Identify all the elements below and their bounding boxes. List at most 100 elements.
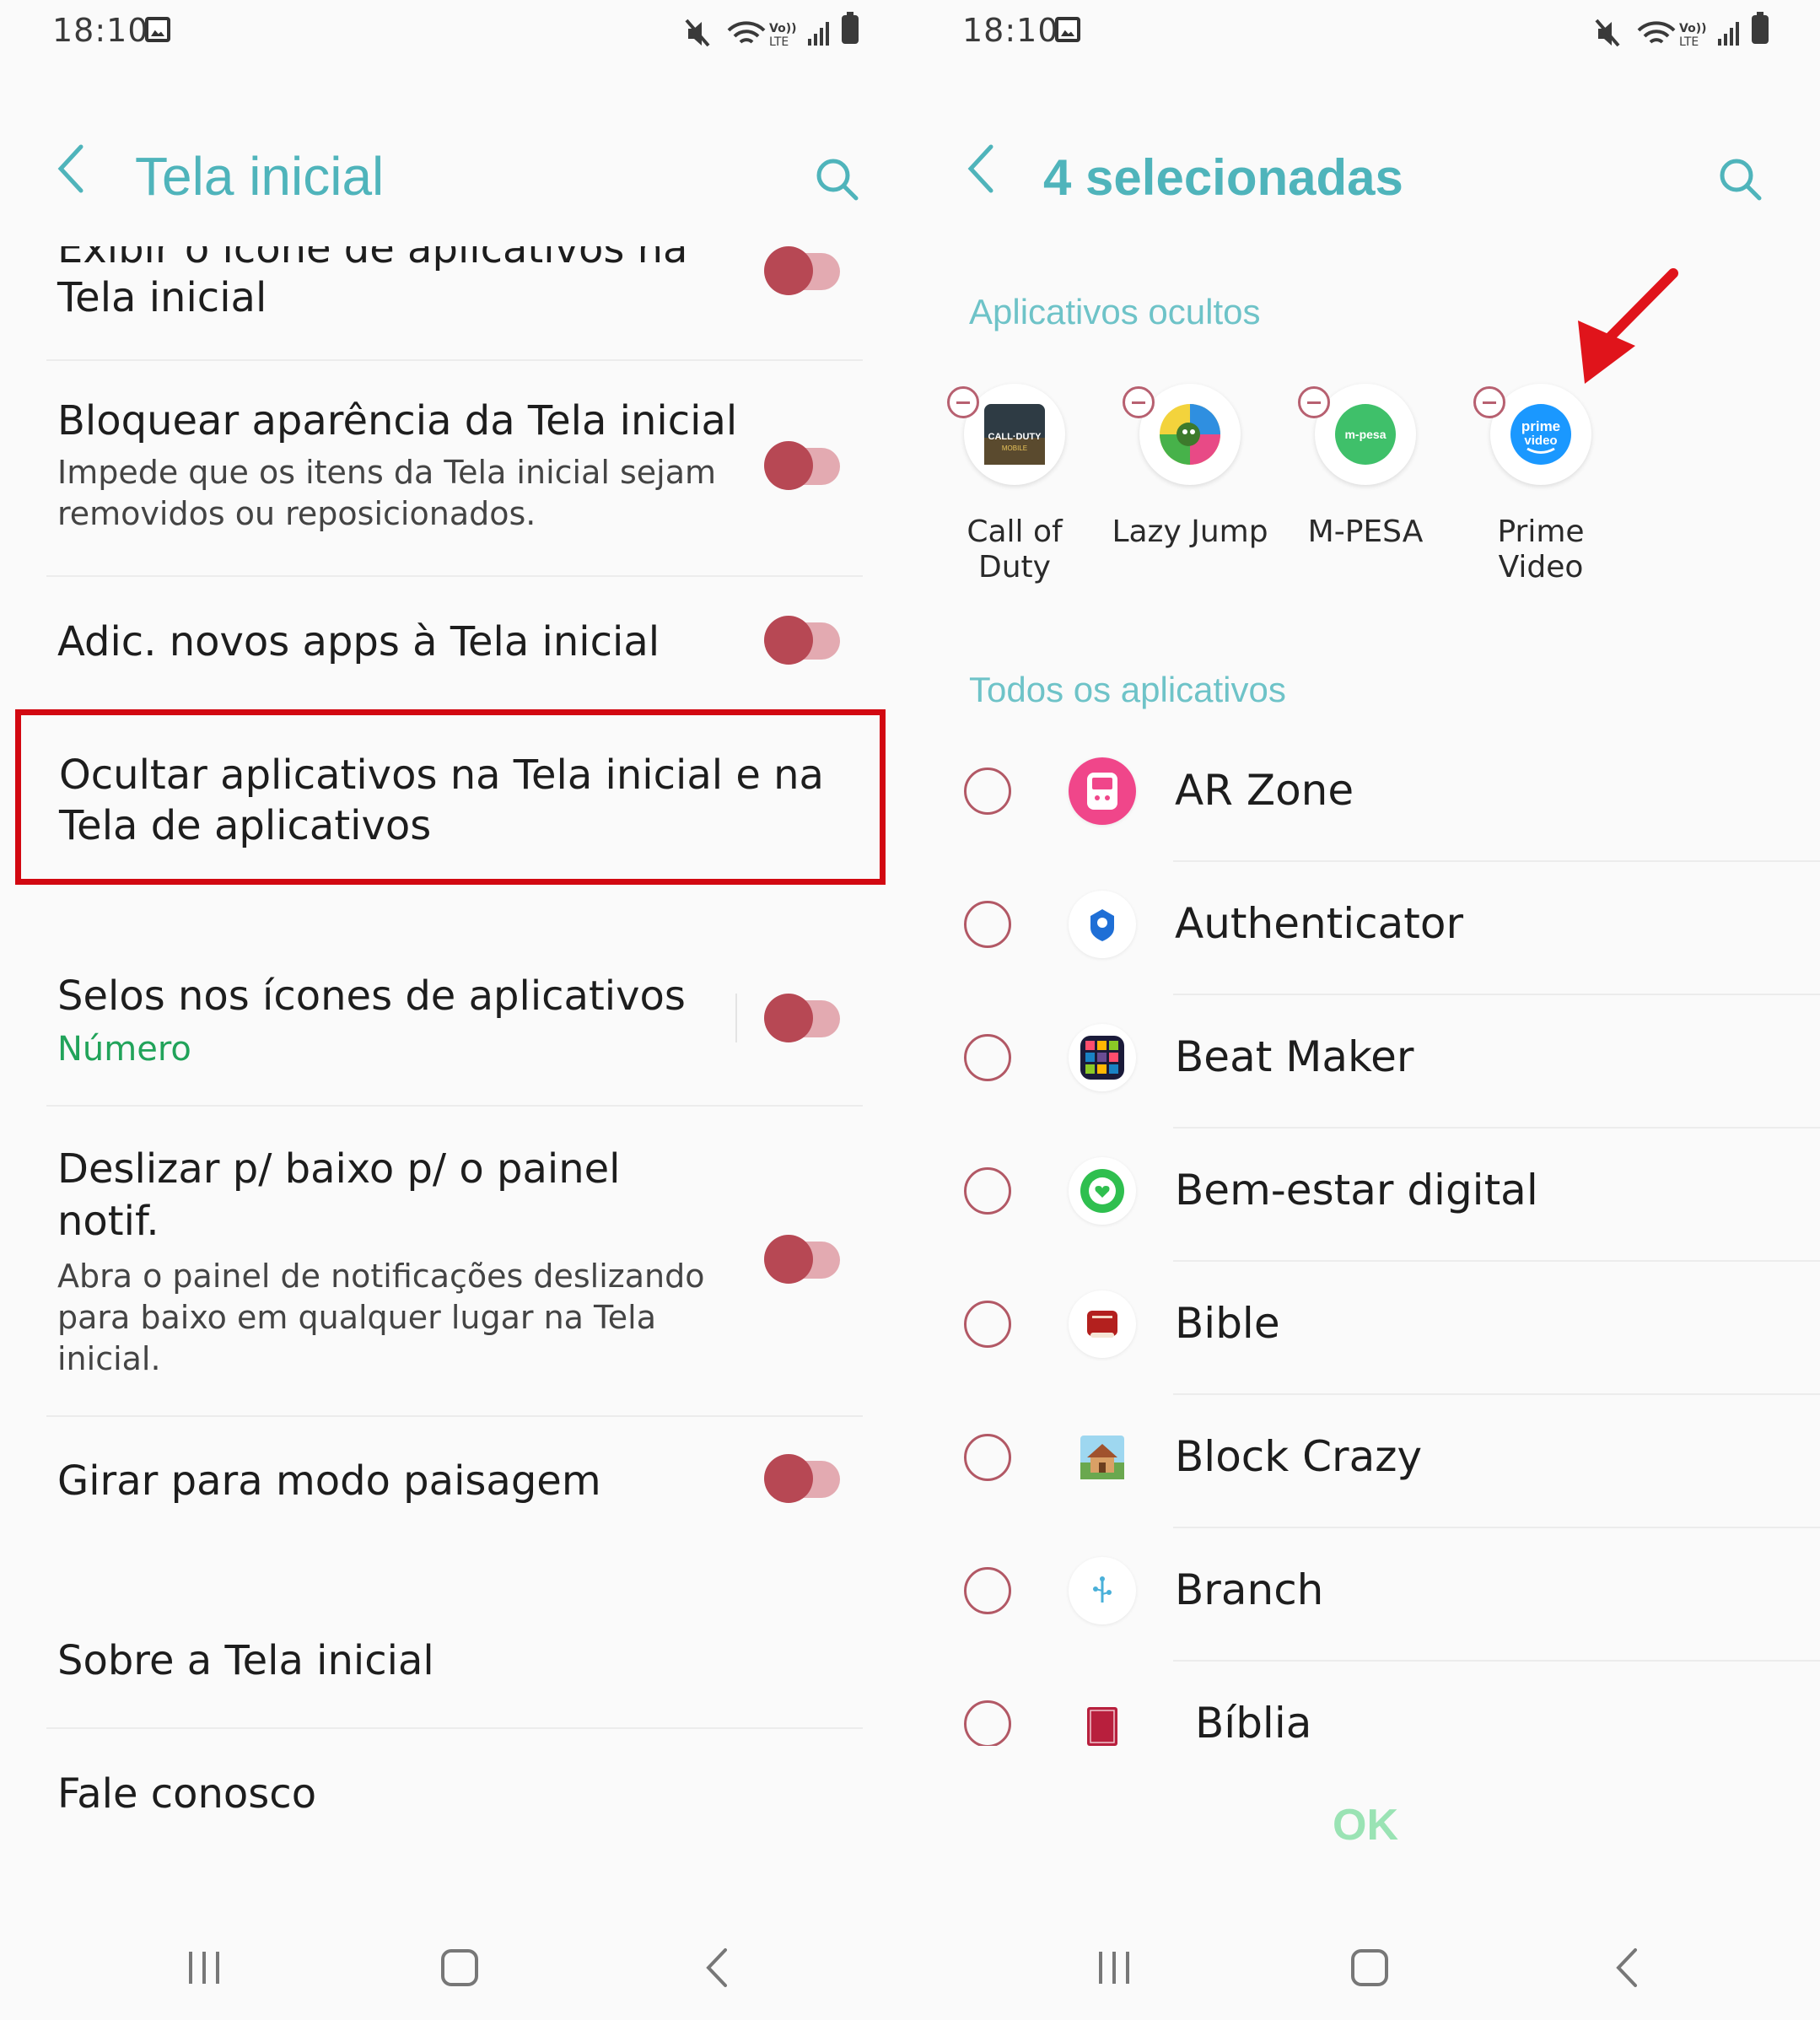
toggle-switch[interactable] <box>764 441 842 490</box>
nav-back-button[interactable] <box>700 1947 734 1992</box>
hidden-app-lazy-jump[interactable]: Lazy Jump <box>1106 384 1274 595</box>
digital-wellbeing-icon <box>1069 1157 1136 1225</box>
call-of-duty-icon: CALL·DUTY MOBILE <box>984 404 1045 465</box>
ar-zone-icon <box>1069 757 1136 825</box>
toggle-switch[interactable] <box>764 246 842 295</box>
cod-icon-subtext: MOBILE <box>1002 444 1027 452</box>
select-radio[interactable] <box>964 1567 1011 1614</box>
home-button[interactable] <box>1349 1947 1391 1992</box>
select-radio[interactable] <box>964 768 1011 815</box>
branch-icon <box>1069 1557 1136 1624</box>
setting-title: Tela de aplicativos <box>59 802 432 849</box>
setting-title-partial: Exibir o ícone de aplicativos na <box>57 246 688 272</box>
setting-title: Adic. novos apps à Tela inicial <box>57 618 660 665</box>
toggle-knob <box>764 1454 813 1503</box>
hidden-app-prime-video[interactable]: prime video Prime Video <box>1457 384 1625 595</box>
hidden-app-call-of-duty[interactable]: CALL·DUTY MOBILE Call of Duty <box>930 384 1099 595</box>
hide-apps-panel: 18:10 Vo)) LTE 4 selecionadas Aplicativo… <box>910 0 1820 2020</box>
nav-back-icon <box>706 1948 727 1987</box>
toggle-switch[interactable] <box>764 1235 842 1284</box>
app-row-authenticator[interactable]: Authenticator <box>910 875 1820 1009</box>
status-icons-svg: Vo)) LTE <box>685 19 829 49</box>
select-radio[interactable] <box>964 1301 1011 1348</box>
back-button[interactable] <box>54 142 88 208</box>
app-icon-container: CALL·DUTY MOBILE <box>964 384 1065 485</box>
app-row-block-crazy[interactable]: Block Crazy <box>910 1409 1820 1542</box>
select-radio[interactable] <box>964 901 1011 948</box>
recents-icon <box>189 1952 219 1984</box>
hide-apps-setting-highlight[interactable]: Ocultar aplicativos na Tela inicial e na… <box>15 709 886 885</box>
hidden-app-name: Video <box>1498 550 1584 584</box>
divider <box>46 1415 863 1417</box>
setting-title: Ocultar aplicativos na Tela inicial e na <box>59 751 824 799</box>
about-home-screen-link[interactable]: Sobre a Tela inicial <box>0 1628 910 1695</box>
status-time: 18:10 <box>962 12 1059 49</box>
back-button[interactable] <box>964 142 998 208</box>
remove-hidden-app-icon[interactable] <box>1123 386 1155 418</box>
beat-maker-icon-glyph <box>1080 1036 1124 1080</box>
search-button[interactable] <box>815 157 859 201</box>
setting-subtitle: inicial. <box>57 1340 161 1377</box>
vertical-divider <box>735 994 737 1042</box>
setting-subtitle: Abra o painel de notificações deslizando <box>57 1258 705 1295</box>
hidden-app-name: Prime <box>1497 514 1585 549</box>
volte-icon: Vo)) <box>769 22 796 35</box>
prime-icon-text: prime <box>1521 418 1560 434</box>
select-radio[interactable] <box>964 1167 1011 1215</box>
gallery-notification-icon <box>145 17 170 42</box>
setting-subtitle: Impede que os itens da Tela inicial seja… <box>57 454 717 491</box>
toggle-knob <box>764 441 813 490</box>
divider <box>1173 860 1820 862</box>
biblia-icon <box>1069 1690 1136 1746</box>
app-row-bible[interactable]: Bible <box>910 1275 1820 1409</box>
toggle-switch[interactable] <box>764 994 842 1042</box>
remove-hidden-app-icon[interactable] <box>1298 386 1330 418</box>
signal-icon <box>808 22 829 46</box>
bible-icon <box>1069 1290 1136 1358</box>
wifi-icon <box>1637 21 1676 44</box>
app-icon-container <box>1139 384 1241 485</box>
app-icon-container: prime video <box>1490 384 1591 485</box>
toggle-switch[interactable] <box>764 616 842 665</box>
status-icons: Vo)) LTE <box>685 17 862 54</box>
battery-icon <box>1752 12 1769 44</box>
svg-text:LTE: LTE <box>1679 35 1699 49</box>
app-icon-container: m-pesa <box>1315 384 1416 485</box>
divider <box>1173 994 1820 995</box>
wifi-icon <box>727 21 766 44</box>
nav-back-button[interactable] <box>1610 1947 1644 1992</box>
select-radio[interactable] <box>964 1700 1011 1746</box>
app-row-ar-zone[interactable]: AR Zone <box>910 742 1820 875</box>
app-name: Block Crazy <box>1175 1432 1423 1481</box>
toggle-switch[interactable] <box>764 1454 842 1503</box>
app-row-branch[interactable]: Branch <box>910 1542 1820 1675</box>
setting-title: Deslizar p/ baixo p/ o painel <box>57 1145 621 1193</box>
back-chevron-icon <box>57 144 83 193</box>
contact-us-link[interactable]: Fale conosco <box>0 1761 910 1829</box>
hidden-app-mpesa[interactable]: m-pesa M-PESA <box>1281 384 1450 595</box>
app-row-biblia[interactable]: Bíblia <box>910 1675 1820 1746</box>
setting-title: notif. <box>57 1198 159 1245</box>
divider <box>1173 1393 1820 1395</box>
app-row-beat-maker[interactable]: Beat Maker <box>910 1009 1820 1142</box>
ar-zone-icon-glyph <box>1069 757 1136 825</box>
status-time: 18:10 <box>52 12 149 49</box>
recents-button[interactable] <box>184 1947 226 1992</box>
select-radio[interactable] <box>964 1434 1011 1481</box>
remove-hidden-app-icon[interactable] <box>947 386 979 418</box>
battery-icon <box>842 12 859 44</box>
home-button[interactable] <box>439 1947 481 1992</box>
divider <box>1173 1260 1820 1262</box>
selection-count-title: 4 selecionadas <box>1043 149 1403 206</box>
search-button[interactable] <box>1718 157 1762 201</box>
app-row-digital-wellbeing[interactable]: Bem-estar digital <box>910 1142 1820 1275</box>
setting-subtitle: removidos ou reposicionados. <box>57 495 536 532</box>
block-crazy-icon-glyph <box>1080 1436 1124 1479</box>
video-icon-text: video <box>1524 434 1557 448</box>
recents-button[interactable] <box>1094 1947 1136 1992</box>
ok-button[interactable]: OK <box>1281 1800 1450 1850</box>
digital-wellbeing-icon-glyph <box>1080 1169 1124 1213</box>
select-radio[interactable] <box>964 1034 1011 1081</box>
toggle-knob <box>764 616 813 665</box>
status-icons: Vo)) LTE <box>1595 17 1772 54</box>
